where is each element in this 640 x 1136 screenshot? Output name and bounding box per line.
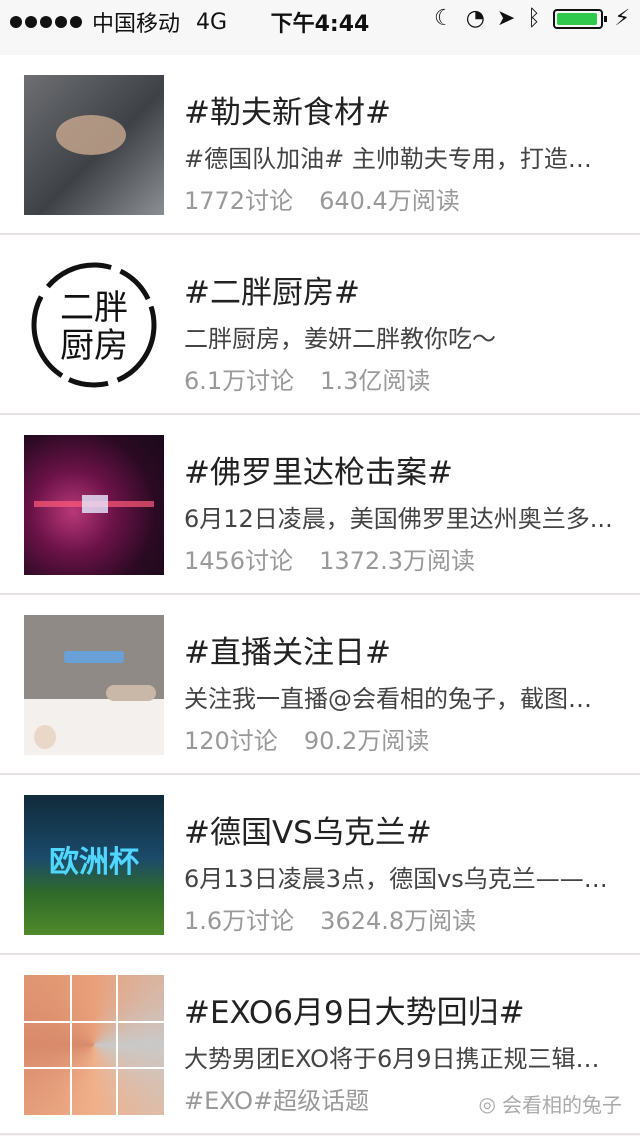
topic-thumbnail (24, 975, 164, 1115)
bluetooth-icon: ᛒ (527, 6, 541, 31)
topic-thumbnail (24, 75, 164, 215)
topic-thumbnail (24, 615, 164, 755)
watermark-text: 会看相的兔子 (502, 1093, 622, 1117)
topic-desc: 大势男团EXO将于6月9日携正规三辑《... (184, 1045, 614, 1073)
topic-desc: 6月12日凌晨，美国佛罗里达州奥兰多... (184, 505, 613, 533)
topic-title: #EXO6月9日大势回归# (184, 995, 525, 1031)
discuss-count: 1772讨论 (184, 187, 294, 215)
topic-title: #勒夫新食材# (184, 95, 391, 131)
svg-text:二胖: 二胖 (60, 288, 128, 328)
topic-thumbnail: 二胖 厨房 (24, 255, 164, 395)
discuss-count: 6.1万讨论 (184, 367, 295, 395)
read-count: 90.2万阅读 (303, 727, 430, 755)
discuss-count: 120讨论 (184, 727, 278, 755)
topic-desc: 关注我一直播@会看相的兔子，截图，... (184, 685, 614, 713)
svg-text:厨房: 厨房 (60, 326, 128, 366)
list-item[interactable]: 二胖 厨房 #二胖厨房# 二胖厨房，姜妍二胖教你吃～ 6.1万讨论 1.3亿阅读 (0, 235, 640, 415)
super-topic-tag: #EXO#超级话题 (184, 1087, 370, 1115)
list-item[interactable]: #直播关注日# 关注我一直播@会看相的兔子，截图，... 120讨论 90.2万阅… (0, 595, 640, 775)
charging-icon: ⚡ (614, 6, 630, 31)
topic-desc: 二胖厨房，姜妍二胖教你吃～ (184, 325, 496, 353)
discuss-count: 1456讨论 (184, 547, 294, 575)
read-count: 640.4万阅读 (319, 187, 460, 215)
location-icon: ➤ (496, 6, 516, 31)
topic-thumbnail: 欧洲杯 (24, 795, 164, 935)
wechat-icon: ◎ (478, 1091, 496, 1116)
list-item[interactable]: 欧洲杯 #德国VS乌克兰# 6月13日凌晨3点，德国vs乌克兰——2... 1.… (0, 775, 640, 955)
topic-desc: 6月13日凌晨3点，德国vs乌克兰——2... (184, 865, 614, 893)
watermark: ◎ 会看相的兔子 (479, 1089, 622, 1118)
discuss-count: 1.6万讨论 (184, 907, 295, 935)
list-item[interactable]: #勒夫新食材# #德国队加油# 主帅勒夫专用，打造一... 1772讨论 640.… (0, 55, 640, 235)
topic-desc: #德国队加油# 主帅勒夫专用，打造一... (184, 145, 614, 173)
read-count: 1.3亿阅读 (320, 367, 431, 395)
list-item[interactable]: #佛罗里达枪击案# 6月12日凌晨，美国佛罗里达州奥兰多... 1456讨论 13… (0, 415, 640, 595)
topic-title: #二胖厨房# (184, 275, 360, 311)
euro-cup-logo: 欧洲杯 (49, 845, 139, 880)
lock-rotation-icon: ◔ (465, 6, 485, 31)
topic-title: #德国VS乌克兰# (184, 815, 432, 851)
read-count: 1372.3万阅读 (319, 547, 476, 575)
topic-title: #直播关注日# (184, 635, 391, 671)
topic-title: #佛罗里达枪击案# (184, 455, 453, 491)
moon-icon: ☾ (433, 6, 454, 31)
topic-thumbnail (24, 435, 164, 575)
read-count: 3624.8万阅读 (320, 907, 477, 935)
status-bar: 中国移动 4G 下午4:44 ☾ ◔ ➤ ᛒ ⚡ (0, 0, 640, 40)
battery-icon (552, 8, 607, 29)
erpang-logo: 二胖 厨房 (31, 262, 157, 388)
